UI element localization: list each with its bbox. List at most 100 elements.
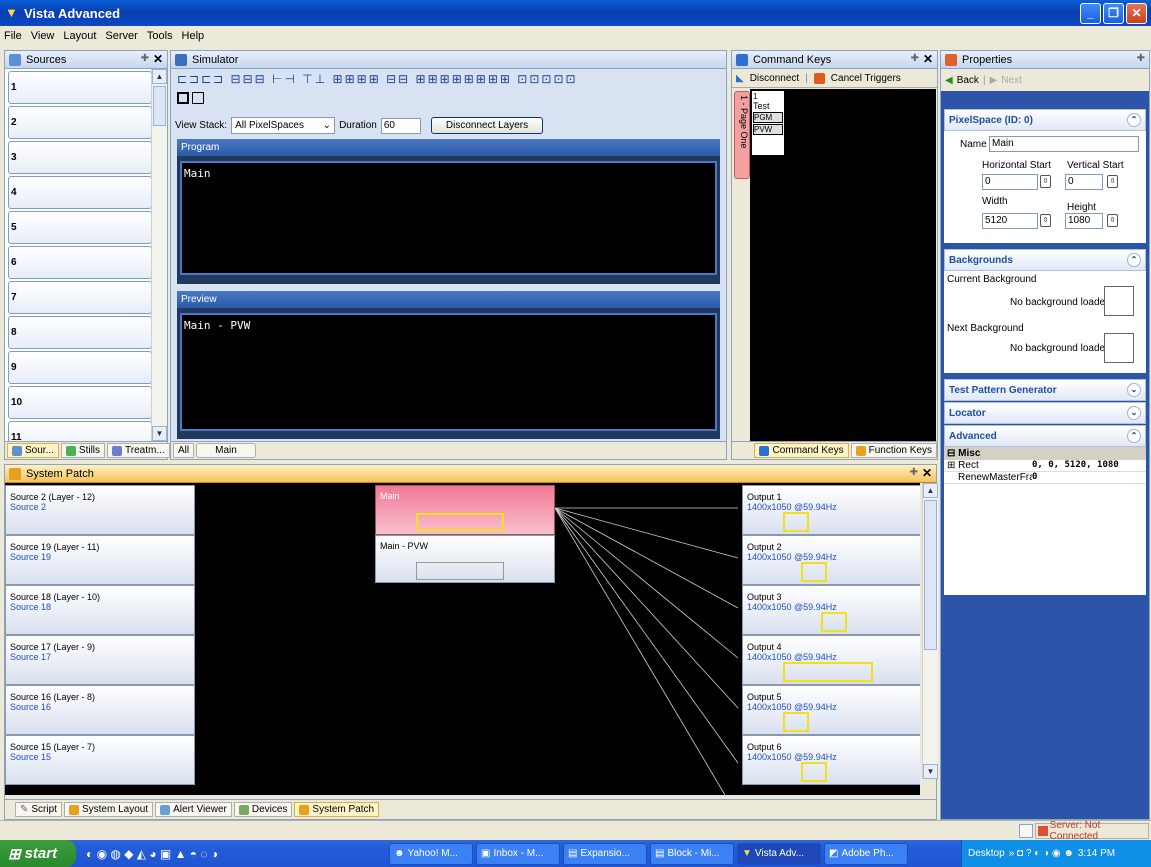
taskbar-item[interactable]: ▼ Vista Adv... (737, 842, 821, 865)
source-slot[interactable]: 10 (8, 386, 152, 419)
tab-system-layout[interactable]: System Layout (63, 802, 154, 817)
tab-command-keys[interactable]: Command Keys (754, 443, 849, 458)
frame-icon[interactable] (177, 92, 189, 104)
source-slot[interactable]: 1 (8, 71, 152, 104)
scroll-up-icon[interactable]: ▲ (923, 483, 938, 498)
start-button[interactable]: ⊞ start (0, 840, 76, 867)
desktop-toolbar[interactable]: Desktop (968, 848, 1005, 859)
taskbar-item[interactable]: ▤ Block - Mi... (650, 842, 734, 865)
patch-scrollbar[interactable]: ▲ ▼ (922, 483, 938, 779)
tab-all[interactable]: All (173, 443, 195, 458)
patch-input[interactable]: Source 15 (Layer - 7) Source 15 (5, 735, 195, 785)
hstart-spinner-icon[interactable]: ⇳ (1040, 175, 1051, 188)
patch-output[interactable]: Output 3 1400x1050 @59.94Hz (742, 585, 920, 635)
scroll-thumb[interactable] (153, 86, 166, 126)
locator-header[interactable]: Locator ⌄ (944, 402, 1146, 424)
source-slot[interactable]: 7 (8, 281, 152, 314)
taskbar-item[interactable]: ▣ Inbox - M... (476, 842, 560, 865)
patch-output[interactable]: Output 5 1400x1050 @59.94Hz (742, 685, 920, 735)
close-button[interactable]: ✕ (1126, 3, 1147, 24)
pin-icon[interactable]: ✚ (911, 53, 919, 64)
misc-category[interactable]: ⊟ Misc (944, 447, 1146, 460)
width-field[interactable]: 5120 (982, 213, 1038, 229)
scroll-down-icon[interactable]: ▼ (152, 426, 167, 441)
close-icon[interactable]: ✕ (923, 52, 933, 66)
cancel-triggers-button[interactable]: Cancel Triggers (831, 73, 901, 84)
restore-button[interactable]: ❐ (1103, 3, 1124, 24)
taskbar-item[interactable]: ◩ Adobe Ph... (824, 842, 908, 865)
rect-row[interactable]: ⊞ Rect 0, 0, 5120, 1080 (944, 460, 1146, 472)
source-slot[interactable]: 3 (8, 141, 152, 174)
backgrounds-header[interactable]: Backgrounds ⌃ (944, 249, 1146, 271)
height-field[interactable]: 1080 (1065, 213, 1103, 229)
tab-alert-viewer[interactable]: Alert Viewer (155, 802, 232, 817)
align-toolbar-icon[interactable]: ⊏⊐⊏⊐ ⊟⊟⊟ ⊢⊣ ⊤⊥ ⊞⊞⊞⊞ ⊟⊟ ⊞⊞⊞⊞⊞⊞⊞⊞ ⊡⊡⊡⊡⊡ (177, 72, 578, 86)
vstart-field[interactable]: 0 (1065, 174, 1103, 190)
menu-help[interactable]: Help (182, 30, 205, 42)
advanced-header[interactable]: Advanced ⌃ (944, 425, 1146, 447)
patch-input[interactable]: Source 18 (Layer - 10) Source 18 (5, 585, 195, 635)
patch-input[interactable]: Source 16 (Layer - 8) Source 16 (5, 685, 195, 735)
source-slot[interactable]: 4 (8, 176, 152, 209)
scroll-down-icon[interactable]: ▼ (923, 764, 938, 779)
test-pattern-header[interactable]: Test Pattern Generator ⌄ (944, 379, 1146, 401)
scroll-thumb[interactable] (924, 500, 937, 650)
expand-icon[interactable]: ⌄ (1127, 406, 1141, 420)
tray-icons[interactable]: » ◘ ? ◐ ◑ ◉ ☻ (1009, 848, 1074, 859)
current-bg-thumbnail[interactable] (1104, 286, 1134, 316)
next-bg-thumbnail[interactable] (1104, 333, 1134, 363)
source-slot[interactable]: 9 (8, 351, 152, 384)
tab-sources[interactable]: Sour... (7, 443, 59, 458)
hstart-field[interactable]: 0 (982, 174, 1038, 190)
next-button[interactable]: Next (1001, 75, 1022, 86)
menu-server[interactable]: Server (105, 30, 137, 42)
tab-devices[interactable]: Devices (233, 802, 293, 817)
minimize-button[interactable]: _ (1080, 3, 1101, 24)
renew-row[interactable]: RenewMasterFrar 0 (944, 472, 1146, 484)
vstart-spinner-icon[interactable]: ⇳ (1107, 175, 1118, 188)
pin-icon[interactable]: ✚ (141, 53, 149, 64)
tab-script[interactable]: ✎ Script (15, 802, 62, 817)
tab-main[interactable]: Main (196, 443, 256, 458)
patch-output[interactable]: Output 4 1400x1050 @59.94Hz (742, 635, 920, 685)
close-icon[interactable]: ✕ (922, 466, 932, 480)
page-one-tab[interactable]: 1 - Page One (734, 91, 750, 179)
pixelspace-main-node[interactable]: Main (375, 485, 555, 535)
pixelspace-pvw-node[interactable]: Main - PVW (375, 535, 555, 583)
source-slot[interactable]: 5 (8, 211, 152, 244)
pgm-button[interactable]: PGM (753, 112, 783, 123)
name-field[interactable]: Main (989, 136, 1139, 152)
taskbar-item[interactable]: ☻ Yahoo! M... (389, 842, 473, 865)
preview-monitor[interactable]: Main - PVW (180, 313, 717, 431)
source-slot[interactable]: 8 (8, 316, 152, 349)
tab-system-patch[interactable]: System Patch (294, 802, 380, 817)
collapse-icon[interactable]: ⌃ (1127, 253, 1141, 267)
sources-scrollbar[interactable]: ▲ ▼ (151, 69, 167, 441)
pixelspace-header[interactable]: PixelSpace (ID: 0) ⌃ (944, 109, 1146, 131)
patch-input[interactable]: Source 2 (Layer - 12) Source 2 (5, 485, 195, 535)
square-icon[interactable] (192, 92, 204, 104)
patch-canvas[interactable]: Source 2 (Layer - 12) Source 2 Source 19 … (5, 483, 920, 795)
menu-layout[interactable]: Layout (63, 30, 96, 42)
menu-file[interactable]: File (4, 30, 22, 42)
source-slot[interactable]: 11 (8, 421, 152, 441)
tab-stills[interactable]: Stills (60, 443, 106, 458)
quick-launch-icons[interactable]: ◐ ◉ ◍ ◆ ◭ ◕ ▣ ▲ ◓ ◌ ◑ (86, 847, 218, 861)
scroll-up-icon[interactable]: ▲ (152, 69, 167, 84)
expand-icon[interactable]: ⌄ (1127, 383, 1141, 397)
back-button[interactable]: Back (957, 75, 979, 86)
collapse-icon[interactable]: ⌃ (1127, 429, 1141, 443)
source-slot[interactable]: 2 (8, 106, 152, 139)
tab-function-keys[interactable]: Function Keys (850, 443, 937, 458)
tab-treatments[interactable]: Treatm... (107, 443, 170, 458)
width-spinner-icon[interactable]: ⇳ (1040, 214, 1051, 227)
patch-output[interactable]: Output 6 1400x1050 @59.94Hz (742, 735, 920, 785)
taskbar-item[interactable]: ▤ Expansio... (563, 842, 647, 865)
pin-icon[interactable]: ✚ (910, 467, 918, 478)
menu-tools[interactable]: Tools (147, 30, 173, 42)
command-key[interactable]: 1 Test PGM PVW (752, 91, 784, 155)
disconnect-button[interactable]: Disconnect (750, 73, 799, 84)
view-stack-select[interactable]: All PixelSpaces ⌄ (231, 117, 336, 134)
patch-output[interactable]: Output 2 1400x1050 @59.94Hz (742, 535, 920, 585)
pin-icon[interactable]: ✚ (1137, 53, 1145, 64)
